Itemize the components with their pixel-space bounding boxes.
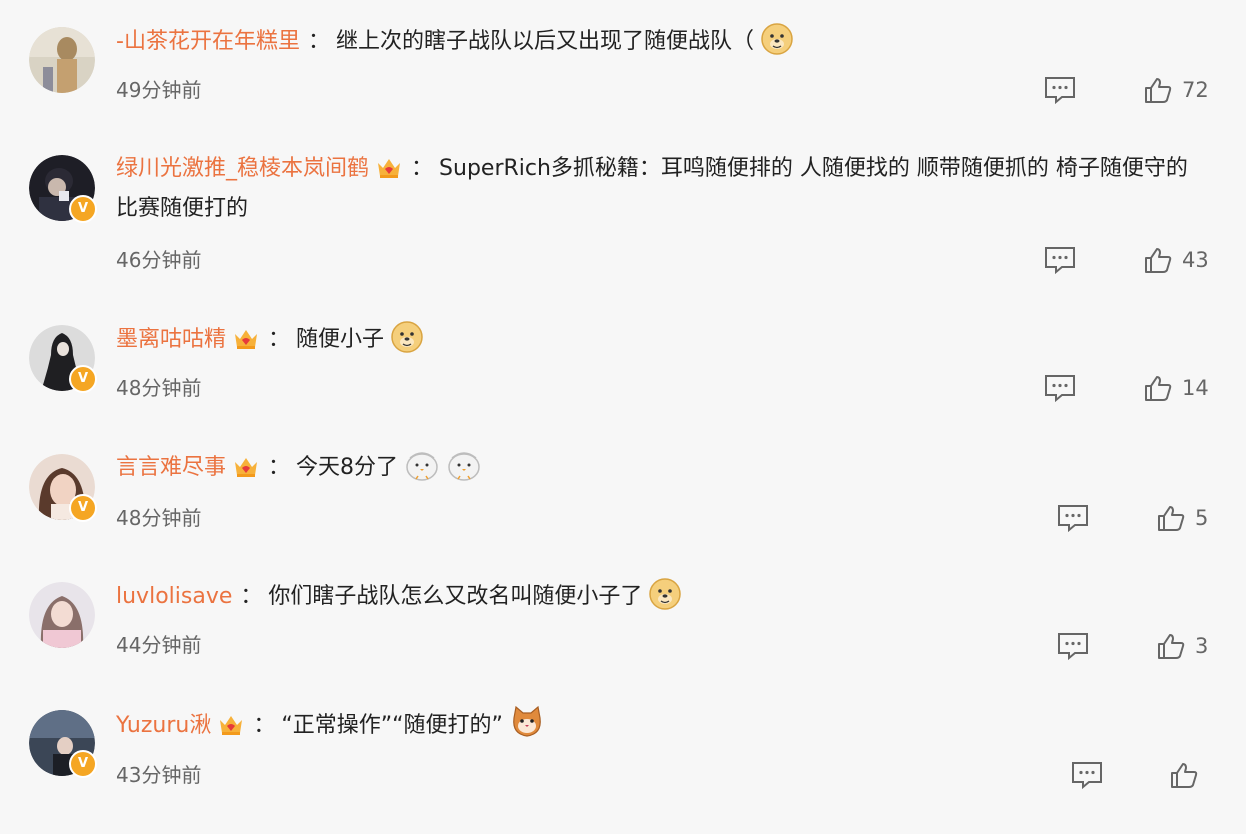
like-button[interactable]: 72 [1144, 76, 1209, 104]
comment-icon [1045, 375, 1075, 402]
avatar[interactable]: V [29, 325, 97, 393]
crown-badge-icon [235, 458, 258, 477]
verified-v-icon: V [69, 195, 97, 223]
chick-emoji-icon [448, 452, 480, 481]
thumbs-up-icon [1145, 376, 1172, 401]
comment-text: 你们瞎子战队怎么又改名叫随便小子了 [268, 584, 643, 609]
doge-emoji-icon [649, 578, 682, 610]
username[interactable]: luvlolisave [116, 584, 232, 609]
colon: ： [411, 156, 434, 181]
username[interactable]: 言言难尽事 [116, 455, 226, 480]
colon: ： [268, 327, 291, 352]
comment-time: 43分钟前 [116, 763, 202, 787]
comment-time: 46分钟前 [116, 248, 202, 272]
thumbs-up-icon [1171, 763, 1198, 788]
colon: ： [253, 713, 276, 738]
comment-time: 48分钟前 [116, 376, 202, 400]
crown-badge-icon [220, 716, 243, 735]
reply-button[interactable] [1044, 246, 1076, 274]
chick-emoji-icon [406, 452, 438, 481]
avatar-image [29, 27, 95, 93]
reply-button[interactable] [1057, 632, 1089, 660]
crown-badge-icon [235, 330, 258, 349]
verified-v-icon: V [69, 750, 97, 778]
comment-text: 继上次的瞎子战队以后又出现了随便战队（ [335, 29, 754, 54]
doge-emoji-icon [391, 321, 423, 353]
colon: ： [307, 29, 330, 54]
like-count: 14 [1182, 376, 1209, 400]
comment-icon [1045, 77, 1075, 104]
doge-emoji-icon [761, 23, 793, 55]
comment-text: 随便小子 [296, 327, 385, 352]
verified-v-icon: V [69, 365, 97, 393]
cat-emoji-icon [513, 705, 541, 737]
comment-icon [1072, 762, 1102, 789]
like-button[interactable]: 14 [1144, 374, 1209, 402]
comment-icon [1058, 633, 1088, 660]
reply-button[interactable] [1071, 761, 1103, 789]
avatar[interactable]: V [29, 454, 97, 522]
comment-time: 49分钟前 [116, 78, 202, 102]
comment-time: 44分钟前 [116, 633, 202, 657]
username[interactable]: 墨离咕咕精 [116, 327, 226, 352]
thumbs-up-icon [1158, 506, 1185, 531]
avatar[interactable]: V [29, 155, 97, 223]
like-count: 3 [1195, 634, 1209, 658]
like-count: 5 [1195, 506, 1209, 530]
comment-icon [1058, 505, 1088, 532]
avatar[interactable]: V [29, 710, 97, 778]
like-button[interactable]: 3 [1157, 632, 1208, 660]
reply-button[interactable] [1044, 374, 1076, 402]
colon: ： [240, 584, 263, 609]
reply-button[interactable] [1057, 504, 1089, 532]
avatar[interactable] [29, 582, 95, 648]
like-count: 43 [1182, 248, 1209, 272]
username[interactable]: -山茶花开在年糕里 [116, 29, 300, 54]
avatar-image [29, 582, 95, 648]
comment-time: 48分钟前 [116, 506, 202, 530]
colon: ： [268, 455, 291, 480]
comment-text: “正常操作”“随便打的” [281, 713, 503, 738]
username[interactable]: 绿川光激推_稳棱本岚间鹤 [116, 156, 369, 181]
thumbs-up-icon [1158, 634, 1185, 659]
like-button[interactable]: 5 [1157, 504, 1208, 532]
crown-badge-icon [378, 159, 401, 178]
like-count: 72 [1182, 78, 1209, 102]
comment-icon [1045, 247, 1075, 274]
like-button[interactable] [1170, 761, 1208, 789]
verified-v-icon: V [69, 494, 97, 522]
reply-button[interactable] [1044, 76, 1076, 104]
thumbs-up-icon [1145, 248, 1172, 273]
like-button[interactable]: 43 [1144, 246, 1209, 274]
avatar[interactable] [29, 27, 95, 93]
username[interactable]: Yuzuru湫 [116, 713, 211, 738]
thumbs-up-icon [1145, 78, 1172, 103]
comment-text: 今天8分了 [296, 455, 399, 480]
